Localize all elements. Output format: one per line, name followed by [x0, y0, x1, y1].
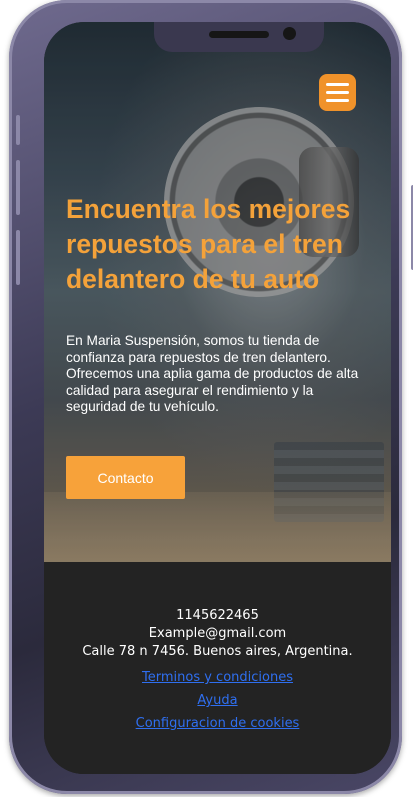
volume-down-button — [16, 230, 20, 285]
hero-title: Encuentra los mejores repuestos para el … — [66, 194, 351, 294]
garage-shelf-image — [274, 442, 384, 522]
camera-icon — [283, 27, 296, 40]
site-footer: 1145622465 Example@gmail.com Calle 78 n … — [44, 562, 391, 774]
mute-switch — [16, 115, 20, 145]
phone-frame: Encuentra los mejores repuestos para el … — [9, 0, 413, 794]
cookie-settings-link[interactable]: Configuracion de cookies — [44, 715, 391, 733]
footer-phone: 1145622465 — [176, 608, 259, 623]
menu-bar — [326, 99, 349, 102]
footer-email: Example@gmail.com — [148, 626, 287, 641]
hamburger-menu-icon[interactable] — [319, 74, 356, 111]
footer-address: Calle 78 n 7456. Buenos aires, Argentina… — [82, 644, 353, 659]
contact-button[interactable]: Contacto — [66, 456, 185, 499]
volume-up-button — [16, 160, 20, 215]
phone-notch — [154, 22, 324, 52]
menu-bar — [326, 91, 349, 94]
hero-section: Encuentra los mejores repuestos para el … — [44, 22, 391, 562]
hero-description: En Maria Suspensión, somos tu tienda de … — [66, 333, 359, 414]
garage-floor-image — [44, 492, 391, 562]
help-link[interactable]: Ayuda — [44, 692, 391, 710]
phone-screen: Encuentra los mejores repuestos para el … — [44, 22, 391, 774]
speaker-grille — [209, 31, 269, 38]
menu-bar — [326, 83, 349, 86]
terms-link[interactable]: Terminos y condiciones — [44, 669, 391, 687]
